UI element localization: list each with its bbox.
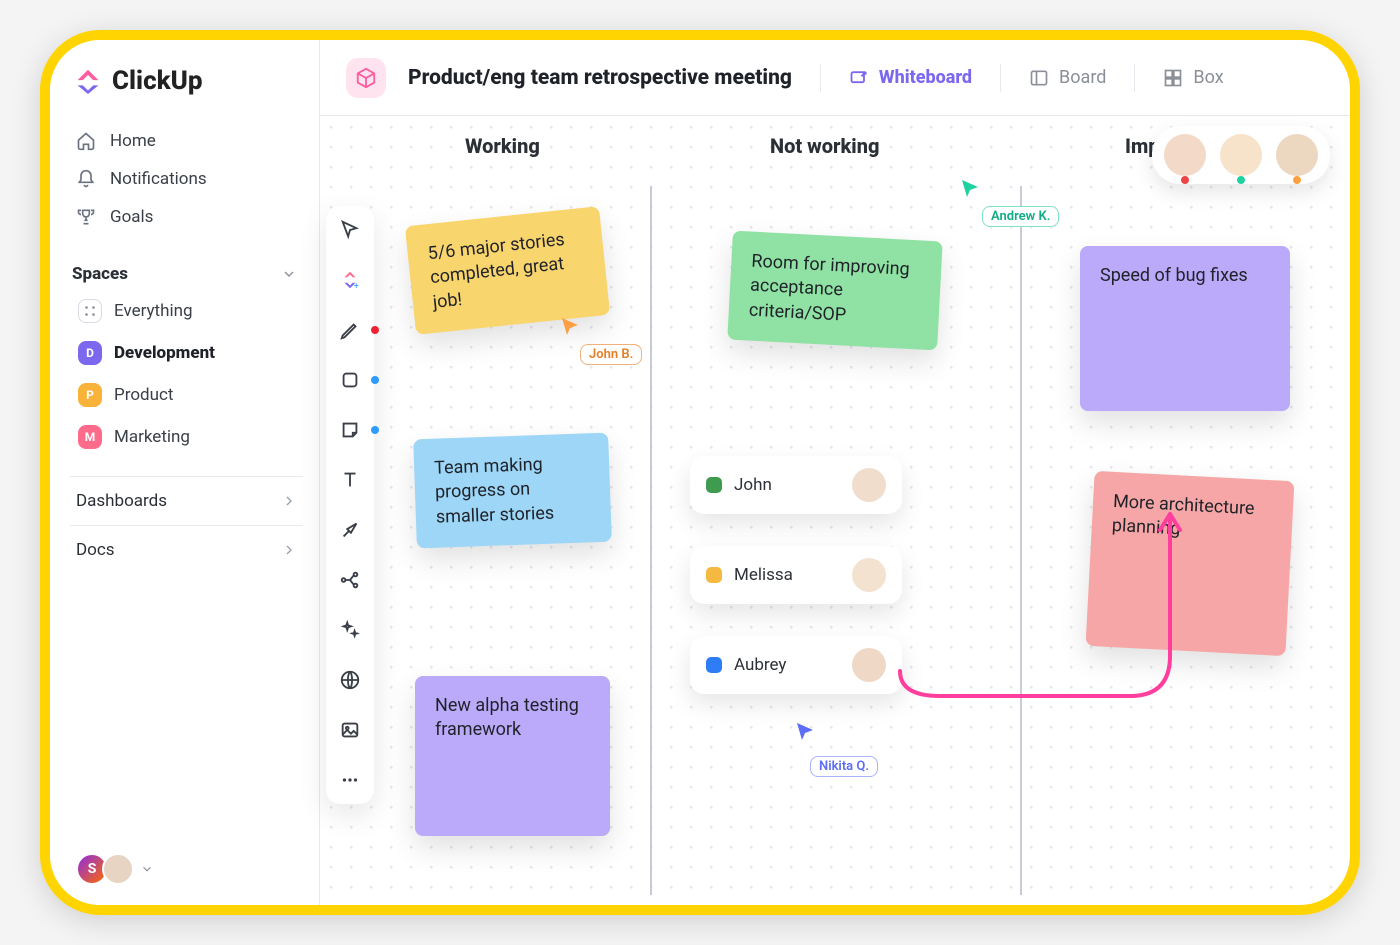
sticky-note[interactable]: Team making progress on smaller stories: [413, 433, 612, 549]
space-badge: P: [78, 383, 102, 407]
chevron-down-icon: [140, 862, 154, 876]
tool-select[interactable]: [333, 216, 367, 244]
space-development[interactable]: D Development: [70, 332, 303, 374]
svg-text:+: +: [354, 282, 359, 291]
sidebar: ClickUp Home Notifications Goals Spaces: [50, 40, 320, 905]
bell-icon: [76, 169, 96, 189]
tool-sticky[interactable]: [333, 416, 367, 444]
status-color: [706, 567, 722, 583]
column-divider: [650, 186, 652, 895]
sticky-note[interactable]: Speed of bug fixes: [1080, 246, 1290, 411]
app-window: ClickUp Home Notifications Goals Spaces: [40, 30, 1360, 915]
presence-avatars[interactable]: [1152, 126, 1330, 184]
tool-ai[interactable]: [333, 616, 367, 644]
grid-icon: [78, 299, 102, 323]
cursor-icon: [795, 721, 815, 743]
cursor-label: John B.: [580, 344, 642, 365]
avatar: [1164, 134, 1206, 176]
whiteboard-icon: [849, 68, 869, 88]
status-color: [706, 657, 722, 673]
avatar: [102, 853, 134, 885]
brand-name: ClickUp: [112, 66, 203, 96]
user-menu[interactable]: S: [70, 847, 303, 891]
tool-connector[interactable]: [333, 516, 367, 544]
chevron-right-icon: [281, 542, 297, 558]
clickup-logo-icon: [74, 68, 102, 94]
space-everything[interactable]: Everything: [70, 290, 303, 332]
space-product[interactable]: P Product: [70, 374, 303, 416]
cursor-icon: [560, 316, 580, 338]
task-card[interactable]: Aubrey: [690, 636, 902, 694]
whiteboard-canvas[interactable]: + Working Not working Improve 5/6 major …: [320, 116, 1350, 905]
spaces-header[interactable]: Spaces: [70, 258, 303, 290]
nav-home[interactable]: Home: [70, 122, 303, 160]
space-marketing[interactable]: M Marketing: [70, 416, 303, 458]
divider: [1000, 64, 1001, 92]
home-icon: [76, 131, 96, 151]
tool-pen[interactable]: [333, 316, 367, 344]
divider: [1134, 64, 1135, 92]
page-icon[interactable]: [346, 58, 386, 98]
trophy-icon: [76, 207, 96, 227]
tool-more[interactable]: [333, 766, 367, 794]
nav-goals[interactable]: Goals: [70, 198, 303, 236]
box-icon: [1163, 68, 1183, 88]
tab-whiteboard[interactable]: Whiteboard: [849, 67, 972, 88]
primary-nav: Home Notifications Goals: [70, 122, 303, 236]
connector-arrow[interactable]: [880, 486, 1200, 716]
space-badge: M: [78, 425, 102, 449]
avatar: [1276, 134, 1318, 176]
tool-web[interactable]: [333, 666, 367, 694]
tool-mindmap[interactable]: [333, 566, 367, 594]
tool-clickup[interactable]: +: [333, 266, 367, 294]
board-icon: [1029, 68, 1049, 88]
chevron-down-icon: [281, 266, 297, 282]
cursor-label: Andrew K.: [982, 206, 1059, 227]
chevron-right-icon: [281, 493, 297, 509]
column-header-notworking: Not working: [770, 134, 879, 158]
tab-box[interactable]: Box: [1163, 67, 1223, 88]
cursor-label: Nikita Q.: [810, 756, 878, 777]
sticky-note[interactable]: New alpha testing framework: [415, 676, 610, 836]
sticky-note[interactable]: Room for improving acceptance criteria/S…: [727, 231, 942, 351]
nav-docs[interactable]: Docs: [70, 525, 303, 574]
column-header-working: Working: [465, 134, 540, 158]
status-color: [706, 477, 722, 493]
tool-text[interactable]: [333, 466, 367, 494]
nav-dashboards[interactable]: Dashboards: [70, 476, 303, 525]
space-badge: D: [78, 341, 102, 365]
cursor-icon: [960, 178, 980, 200]
tool-panel: +: [326, 206, 374, 804]
spaces-section: Spaces Everything D Development P Produc…: [70, 258, 303, 458]
logo[interactable]: ClickUp: [74, 66, 303, 96]
topbar: Product/eng team retrospective meeting W…: [320, 40, 1350, 116]
tab-board[interactable]: Board: [1029, 67, 1106, 88]
avatar: [1220, 134, 1262, 176]
task-card[interactable]: Melissa: [690, 546, 902, 604]
divider: [820, 64, 821, 92]
task-card[interactable]: John: [690, 456, 902, 514]
tool-image[interactable]: [333, 716, 367, 744]
tool-shape[interactable]: [333, 366, 367, 394]
page-title: Product/eng team retrospective meeting: [408, 66, 792, 90]
cube-icon: [355, 67, 377, 89]
nav-notifications[interactable]: Notifications: [70, 160, 303, 198]
